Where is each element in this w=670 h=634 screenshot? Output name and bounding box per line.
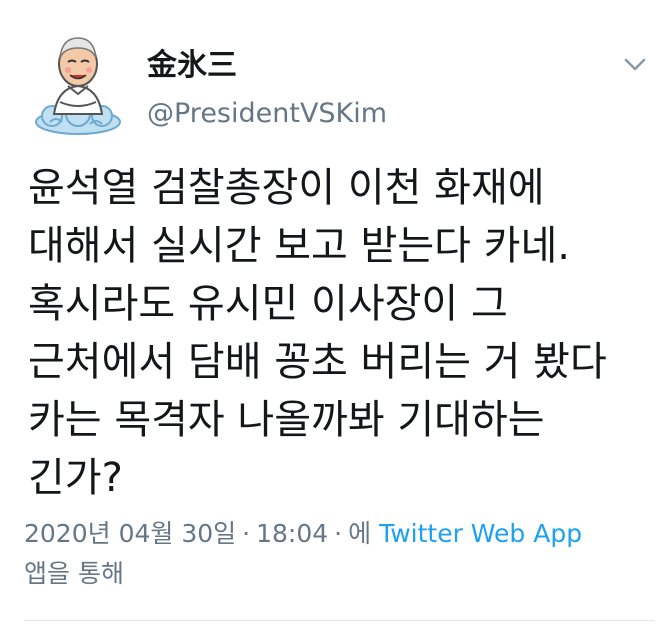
source-suffix: 앱을 통해: [24, 559, 124, 588]
author-handle[interactable]: @PresidentVSKim: [147, 98, 387, 130]
tweet-line: 카는 목격자 나올까봐 기대하는: [28, 397, 545, 443]
tweet-line: 혹시라도 유시민 이사장이 그: [28, 281, 508, 327]
caricature-avatar-icon: [35, 37, 121, 135]
tweet-menu-button[interactable]: [622, 54, 648, 74]
tweet-date[interactable]: 2020년 04월 30일: [24, 519, 236, 548]
divider: [24, 620, 654, 621]
separator: ·: [334, 519, 343, 548]
chevron-down-icon: [624, 58, 646, 71]
avatar[interactable]: [30, 30, 126, 140]
author-display-name[interactable]: 金氷三: [147, 48, 237, 84]
tweet-text: 윤석열 검찰총장이 이천 화재에 대해서 실시간 보고 받는다 카네. 혹시라도…: [28, 159, 653, 507]
separator: ·: [242, 519, 251, 548]
tweet-line: 근처에서 담배 꽁초 버리는 거 봤다: [28, 339, 607, 385]
tweet-line: 대해서 실시간 보고 받는다 카네.: [28, 223, 570, 269]
tweet-line: 윤석열 검찰총장이 이천 화재에: [28, 165, 545, 211]
tweet-time[interactable]: 18:04: [256, 519, 328, 548]
tweet-metadata: 2020년 04월 30일 · 18:04 · 에 Twitter Web App 앱을…: [24, 514, 664, 594]
source-prefix: 에: [348, 519, 372, 548]
tweet-line: 긴가?: [28, 455, 123, 501]
source-app-link[interactable]: Twitter Web App: [379, 519, 582, 548]
timestamp-row: 2020년 04월 30일 · 18:04 · 에 Twitter Web App: [24, 514, 664, 554]
